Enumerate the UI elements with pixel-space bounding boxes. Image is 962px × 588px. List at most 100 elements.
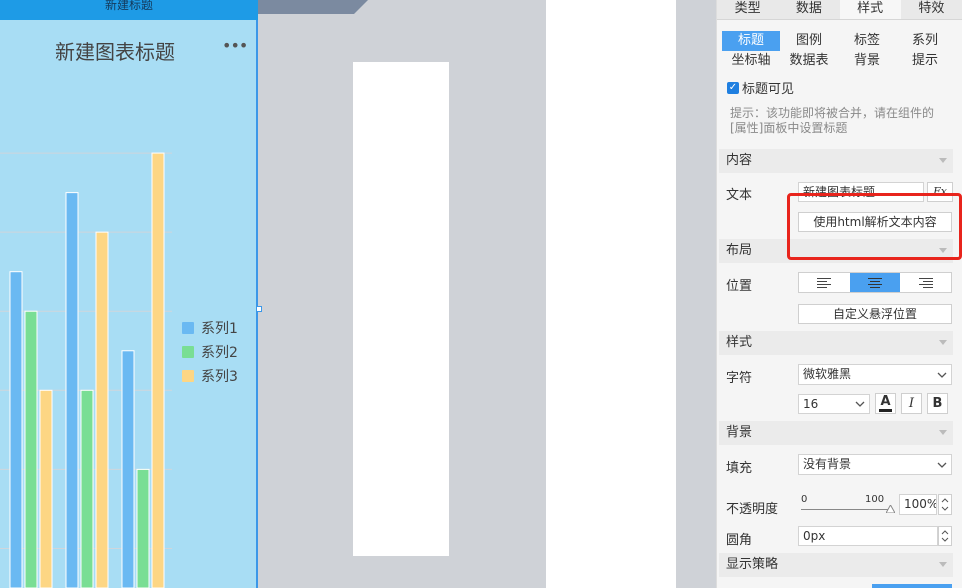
radius-label: 圆角 [726,533,753,548]
custom-float-position-button[interactable]: 自定义悬浮位置 [798,304,952,324]
opacity-min-label: 0 [801,494,808,505]
bar[interactable] [24,310,38,588]
bar[interactable] [80,389,94,588]
tab-3[interactable]: 特效 [901,0,962,19]
tab-1[interactable]: 数据 [778,0,839,19]
text-label: 文本 [726,188,753,203]
section-content-label: 内容 [726,153,753,168]
align-center-button[interactable] [849,273,901,292]
font-family-value: 微软雅黑 [803,367,852,381]
legend-item[interactable]: 系列1 [182,316,238,340]
canvas-edge-shape [258,0,368,14]
font-color-button[interactable]: A [875,393,896,414]
fill-value: 没有背景 [803,457,852,471]
section-display-strategy-label: 显示策略 [726,557,779,572]
opacity-slider-handle[interactable] [886,505,895,513]
property-panel: 类型 数据 样式 特效 标题 图例 标签 系列 坐标轴 数据表 背景 提示 ✓ 标题可见 提示：该功… [716,0,962,588]
opacity-slider-track[interactable] [801,509,893,510]
opacity-max-label: 100 [865,494,885,505]
canvas-widget-placeholder[interactable] [353,62,449,556]
legend-label: 系列1 [201,321,238,337]
subtab-1[interactable]: 图例 [780,31,838,51]
font-color-icon: A [880,394,891,409]
bar[interactable] [65,192,79,588]
fill-label: 填充 [726,461,753,476]
bar[interactable] [9,271,23,588]
collapse-arrow-icon [939,562,947,567]
bar[interactable] [121,350,135,588]
radius-stepper[interactable] [938,526,952,546]
align-center-icon [868,277,882,288]
collapse-arrow-icon [939,340,947,345]
title-visible-checkbox[interactable]: ✓ [727,81,739,94]
subtab-5[interactable]: 数据表 [780,51,838,71]
more-icon[interactable]: ••• [222,36,248,55]
partial-control [872,584,952,588]
section-layout-label: 布局 [726,243,753,258]
style-subtabs: 标题 图例 标签 系列坐标轴 数据表 背景 提示 [722,31,954,71]
font-family-select[interactable]: 微软雅黑 [798,364,952,385]
legend-item[interactable]: 系列3 [182,364,238,388]
chevron-down-icon [933,365,951,384]
italic-button[interactable]: I [901,393,922,414]
legend-item[interactable]: 系列2 [182,340,238,364]
highlight-annotation-box [787,193,962,260]
bar[interactable] [151,152,165,588]
title-visible-row[interactable]: ✓ 标题可见 [727,78,794,97]
tab-2[interactable]: 样式 [839,0,901,19]
opacity-input[interactable]: 100% [899,494,937,515]
fill-select[interactable]: 没有背景 [798,454,952,475]
stepper-arrows-icon [941,530,949,542]
opacity-label: 不透明度 [726,502,779,517]
resize-handle[interactable] [256,306,262,312]
legend-label: 系列3 [201,369,238,385]
section-content[interactable]: 内容 [719,149,953,173]
canvas-page [546,0,676,588]
legend-swatch [182,370,194,382]
font-size-value: 16 [803,397,819,411]
legend-swatch [182,346,194,358]
widget-title-bar-label: 新建标题 [104,0,153,12]
align-left-icon [817,277,832,288]
hint-line-1: 提示：该功能即将被合并，请在组件的 [730,106,935,120]
font-label: 字符 [726,371,753,386]
chart-widget[interactable]: 新建标题 新建图表标题 ••• 系列1 系列2 系列3 [0,0,262,588]
bar-chart [0,152,172,588]
bar[interactable] [95,231,109,588]
font-size-select[interactable]: 16 [798,394,870,414]
align-left-button[interactable] [799,273,850,292]
subtab-4[interactable]: 坐标轴 [722,51,780,71]
section-background[interactable]: 背景 [719,421,953,445]
subtab-2[interactable]: 标签 [838,31,896,51]
chevron-down-icon [851,395,869,413]
collapse-arrow-icon [939,158,947,163]
bar[interactable] [39,389,53,588]
collapse-arrow-icon [939,430,947,435]
align-right-icon [918,277,933,288]
subtab-3[interactable]: 系列 [896,31,954,51]
widget-title-bar[interactable]: 新建标题 [0,0,258,20]
bar[interactable] [136,468,150,588]
chart-legend: 系列1 系列2 系列3 [182,316,238,388]
section-background-label: 背景 [726,425,753,440]
bold-button[interactable]: B [927,393,948,414]
chevron-down-icon [933,455,951,474]
align-right-button[interactable] [900,273,951,292]
subtab-0[interactable]: 标题 [722,31,780,51]
position-label: 位置 [726,279,753,294]
hint-text: 提示：该功能即将被合并，请在组件的 [属性]面板中设置标题 [730,106,952,136]
section-style[interactable]: 样式 [719,331,953,355]
subtab-7[interactable]: 提示 [896,51,954,71]
legend-swatch [182,322,194,334]
legend-label: 系列2 [201,345,238,361]
tab-0[interactable]: 类型 [717,0,778,19]
radius-input[interactable]: 0px [798,526,938,546]
panel-tabs: 类型 数据 样式 特效 [717,0,962,20]
title-visible-label: 标题可见 [742,82,795,97]
opacity-stepper[interactable] [938,494,952,515]
alignment-group [798,272,952,293]
hint-line-2: [属性]面板中设置标题 [730,121,848,135]
chart-title: 新建图表标题 [55,40,175,64]
subtab-6[interactable]: 背景 [838,51,896,71]
section-display-strategy[interactable]: 显示策略 [719,553,953,577]
